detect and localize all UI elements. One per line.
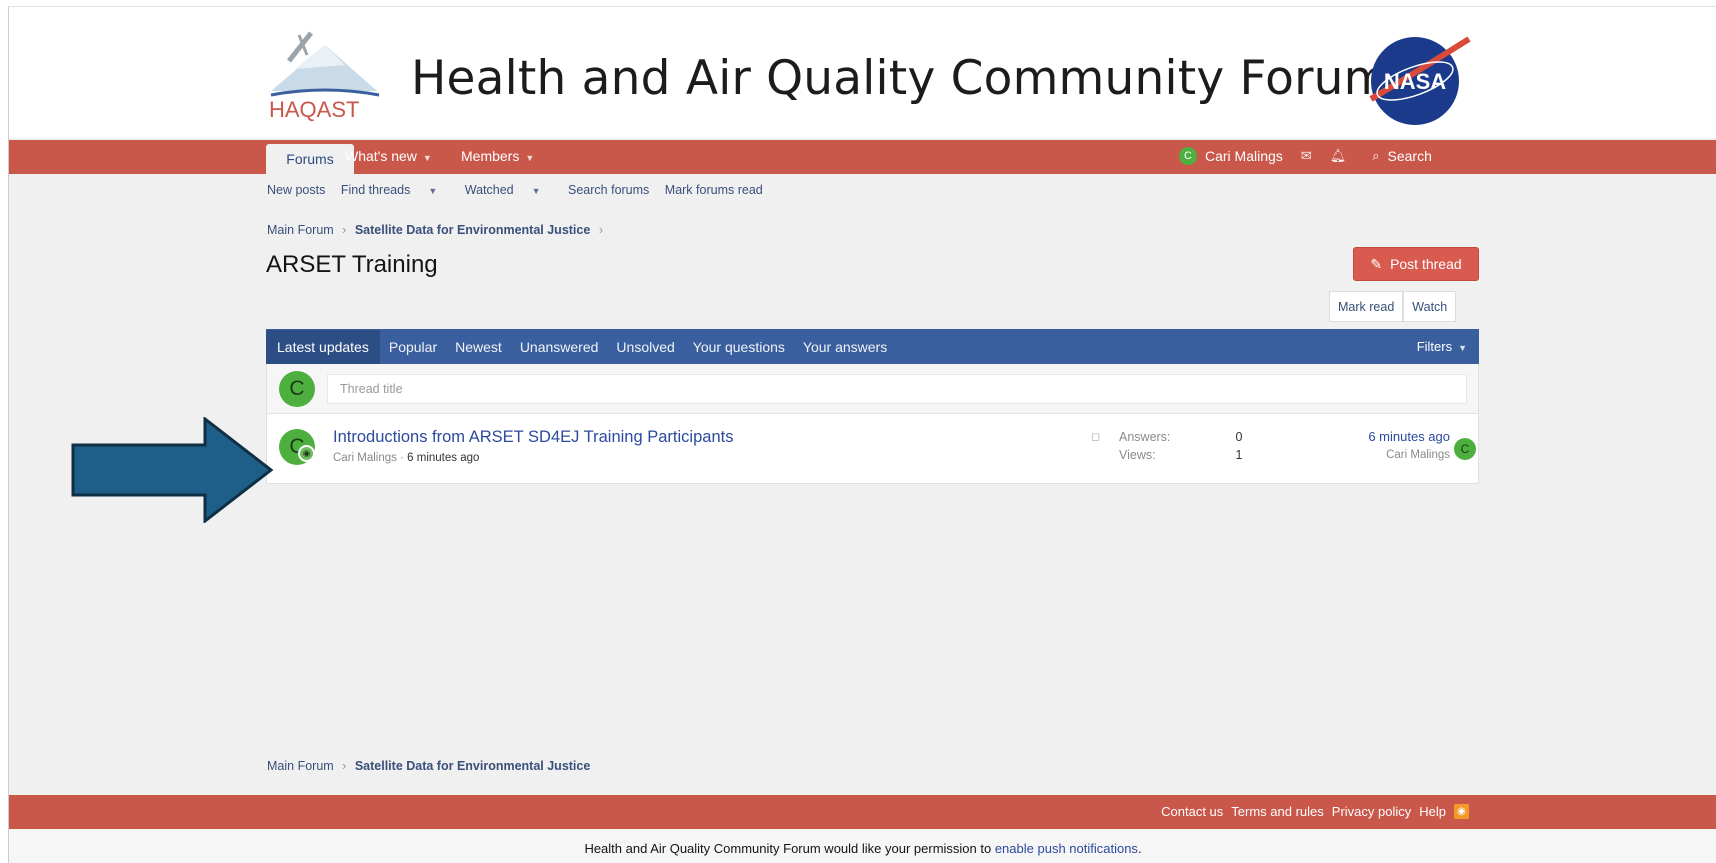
bell-icon[interactable]: 🔔︎ <box>1330 148 1347 164</box>
subnav-find-threads[interactable]: Find threads ▼ <box>341 183 449 197</box>
breadcrumb: Main Forum › Satellite Data for Environm… <box>267 223 608 237</box>
breadcrumb-separator-icon: › <box>342 759 347 773</box>
tab-newest[interactable]: Newest <box>455 339 502 355</box>
chevron-down-icon: ▼ <box>1458 343 1467 353</box>
tab-your-questions[interactable]: Your questions <box>693 339 785 355</box>
subnav-new-posts[interactable]: New posts <box>267 183 325 197</box>
site-title: Health and Air Quality Community Forum <box>411 51 1390 106</box>
chevron-down-icon: ▼ <box>525 153 535 163</box>
search-icon[interactable]: ⌕ <box>1372 148 1379 164</box>
thread-list: C Thread title C ◉ Introductions from AR… <box>266 364 1479 484</box>
quick-thread-row: C Thread title <box>267 364 1478 414</box>
thread-stat-labels: Answers: Views: <box>1119 428 1170 464</box>
breadcrumb-satellite-data[interactable]: Satellite Data for Environmental Justice <box>355 223 591 237</box>
chevron-down-icon: ▼ <box>531 186 541 196</box>
mark-read-button[interactable]: Mark read <box>1329 291 1404 322</box>
main-navbar: Forums What's new ▼ Members ▼ C Cari Malin… <box>9 140 1716 178</box>
tab-unanswered[interactable]: Unanswered <box>520 339 599 355</box>
subnav-label: Watched <box>464 183 514 197</box>
breadcrumb-main-forum[interactable]: Main Forum <box>267 759 334 773</box>
nav-tab-forums[interactable]: Forums <box>266 144 354 178</box>
tab-unsolved[interactable]: Unsolved <box>616 339 674 355</box>
browser-viewport: HAQAST Health and Air Quality Community … <box>8 6 1716 863</box>
notice-period: . <box>1137 841 1142 856</box>
site-footer: Contact us Terms and rules Privacy polic… <box>9 795 1716 829</box>
avatar[interactable]: C <box>279 371 315 407</box>
sub-navigation: New posts Find threads ▼ Watched ▼ Search … <box>267 183 775 197</box>
filters-menu[interactable]: Filters ▼ <box>1417 339 1467 354</box>
search-link[interactable]: Search <box>1388 148 1432 164</box>
latest-time-link[interactable]: 6 minutes ago <box>1317 428 1450 446</box>
site-header: HAQAST Health and Air Quality Community … <box>9 7 1716 138</box>
latest-activity: 6 minutes ago Cari Malings <box>1317 428 1450 464</box>
page-title: ARSET Training <box>266 251 438 278</box>
breadcrumb-main-forum[interactable]: Main Forum <box>267 223 334 237</box>
breadcrumb-separator-icon: › <box>598 223 603 237</box>
thread-age[interactable]: 6 minutes ago <box>407 452 479 464</box>
tab-your-answers[interactable]: Your answers <box>803 339 887 355</box>
user-name-link[interactable]: Cari Malings <box>1205 148 1283 164</box>
nav-tab-whats-new[interactable]: What's new ▼ <box>345 148 432 164</box>
subnav-search-forums[interactable]: Search forums <box>568 183 649 197</box>
watch-button[interactable]: Watch <box>1403 291 1457 322</box>
footer-help[interactable]: Help <box>1419 804 1446 819</box>
subnav-label: Find threads <box>340 183 411 197</box>
breadcrumb-bottom: Main Forum › Satellite Data for Environm… <box>267 759 590 773</box>
nav-tab-label: What's new <box>345 148 417 164</box>
footer-privacy[interactable]: Privacy policy <box>1332 804 1411 819</box>
thread-title-input[interactable]: Thread title <box>327 374 1467 404</box>
chevron-down-icon: ▼ <box>428 186 438 196</box>
thread-author-link[interactable]: Cari Malings <box>333 452 397 464</box>
forum-actions: Mark read Watch <box>1329 291 1457 322</box>
subnav-watched[interactable]: Watched ▼ <box>465 183 553 197</box>
nasa-wordmark: NASA <box>1384 69 1446 94</box>
logo-wordmark: HAQAST <box>269 97 359 122</box>
participant-avatar-icon: ◉ <box>298 445 315 462</box>
breadcrumb-satellite-data[interactable]: Satellite Data for Environmental Justice <box>355 759 591 773</box>
post-thread-button[interactable]: ✎ Post thread <box>1353 247 1479 281</box>
inbox-icon[interactable]: ✉ <box>1301 148 1312 164</box>
subnav-mark-forums-read[interactable]: Mark forums read <box>665 183 763 197</box>
nav-tab-label: Members <box>461 148 520 164</box>
tab-latest-updates[interactable]: Latest updates <box>266 329 380 364</box>
nasa-logo[interactable]: NASA <box>1365 29 1473 129</box>
thread-title-link[interactable]: Introductions from ARSET SD4EJ Training … <box>333 428 733 447</box>
compose-icon: ✎ <box>1370 255 1383 272</box>
footer-contact-us[interactable]: Contact us <box>1161 804 1223 819</box>
thread-meta: Cari Malings · 6 minutes ago <box>333 452 479 464</box>
avatar[interactable]: C <box>1454 438 1476 460</box>
enable-push-link[interactable]: enable push notifications <box>995 841 1138 856</box>
thread-stat-values: 0 1 <box>1229 428 1249 464</box>
chevron-down-icon: ▼ <box>422 153 432 163</box>
filters-label: Filters <box>1416 339 1453 354</box>
post-thread-label: Post thread <box>1390 256 1462 272</box>
haqast-logo[interactable]: HAQAST <box>267 25 387 125</box>
user-area: C Cari Malings ✉ 🔔︎ ⌕ Search <box>1179 147 1432 165</box>
filter-tabs: Latest updates Popular Newest Unanswered… <box>266 329 1479 364</box>
footer-terms[interactable]: Terms and rules <box>1231 804 1323 819</box>
arrow-right-icon <box>71 417 274 523</box>
views-count: 1 <box>1235 448 1243 462</box>
latest-user-link[interactable]: Cari Malings <box>1317 446 1450 464</box>
footer-links: Contact us Terms and rules Privacy polic… <box>1161 804 1469 819</box>
rss-icon[interactable]: ◉ <box>1454 804 1469 819</box>
notice-text: Health and Air Quality Community Forum w… <box>584 841 995 856</box>
breadcrumb-separator-icon: › <box>342 223 347 237</box>
answers-count: 0 <box>1235 430 1243 444</box>
nav-tab-members[interactable]: Members ▼ <box>461 148 534 164</box>
list-item: C ◉ Introductions from ARSET SD4EJ Train… <box>267 414 1478 484</box>
user-avatar[interactable]: C <box>1179 147 1197 165</box>
answers-label: Answers: <box>1119 430 1171 444</box>
views-label: Views: <box>1119 448 1156 462</box>
question-icon: ◻ <box>1091 431 1101 443</box>
tab-popular[interactable]: Popular <box>389 339 437 355</box>
push-notification-notice: Health and Air Quality Community Forum w… <box>9 829 1716 863</box>
